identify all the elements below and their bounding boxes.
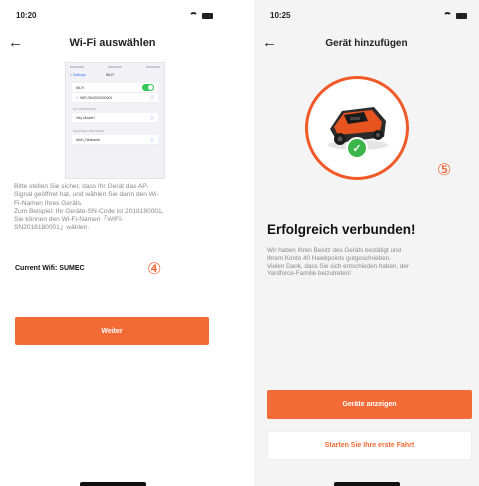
add-device-screen: 10:25 ← Gerät hinzufügen ✓ ⑤ Erfolgreich… <box>254 0 479 486</box>
step-number-annotation: ⑤ <box>437 160 452 179</box>
info-icon: ⓘ <box>150 115 154 120</box>
instruction-text: Bitte stellen Sie sicher, dass Ihr Gerät… <box>14 183 164 232</box>
continue-button[interactable]: Weiter <box>15 317 209 345</box>
nav-bar: ← Wi-Fi auswählen <box>0 34 225 54</box>
mini-connected-network: WiFi-SN2020000001 <box>79 96 113 100</box>
page-title: Gerät hinzufügen <box>325 38 408 49</box>
mini-networks-header: MY NETWORKS <box>73 107 96 111</box>
mini-network-item: Hey Mower! <box>76 116 95 120</box>
mini-wifi-label: Wi-Fi <box>76 86 85 90</box>
success-message: Wir haben Ihren Besitz des Geräts bestät… <box>267 247 410 278</box>
checkmark-icon: ✓ <box>346 137 368 159</box>
nav-bar: ← Gerät hinzufügen <box>254 34 479 54</box>
mini-back-link: < Settings <box>70 73 86 77</box>
checkmark-icon: ✓ <box>76 96 79 100</box>
mini-other-header: CHOOSE A NETWORK <box>73 129 105 133</box>
page-title: Wi-Fi auswählen <box>69 37 156 49</box>
current-wifi: Current Wifi: SUMEC <box>15 265 85 272</box>
mini-wifi-toggle <box>142 84 154 91</box>
status-time: 10:20 <box>16 11 37 20</box>
home-indicator <box>79 482 146 486</box>
mini-title: Wi-Fi <box>106 73 115 77</box>
view-devices-button[interactable]: Geräte anzeigen <box>267 390 472 419</box>
wifi-icon <box>443 12 452 19</box>
status-time: 10:25 <box>270 11 291 20</box>
battery-icon <box>456 12 467 19</box>
success-heading: Erfolgreich verbunden! <box>267 222 416 237</box>
home-indicator <box>333 482 400 486</box>
device-image-ring: ✓ <box>305 76 409 180</box>
step-number-annotation: ④ <box>147 259 162 278</box>
mini-network-item: Arbh_Netzwerk <box>76 138 100 142</box>
status-bar: 10:20 <box>14 11 213 23</box>
wifi-select-screen: 10:20 ← Wi-Fi auswählen < Settings Wi-Fi… <box>0 0 225 486</box>
wifi-icon <box>189 12 198 19</box>
status-bar: 10:25 <box>268 11 467 23</box>
info-icon: ⓘ <box>150 95 154 100</box>
wifi-settings-illustration: < Settings Wi-Fi Wi-Fi ✓WiFi-SN202000000… <box>65 62 165 179</box>
current-wifi-label: Current Wifi: <box>15 265 58 272</box>
battery-icon <box>202 12 213 19</box>
info-icon: ⓘ <box>150 137 154 142</box>
start-first-ride-button[interactable]: Starten Sie Ihre erste Fahrt <box>267 431 472 460</box>
current-wifi-value: SUMEC <box>59 265 85 272</box>
